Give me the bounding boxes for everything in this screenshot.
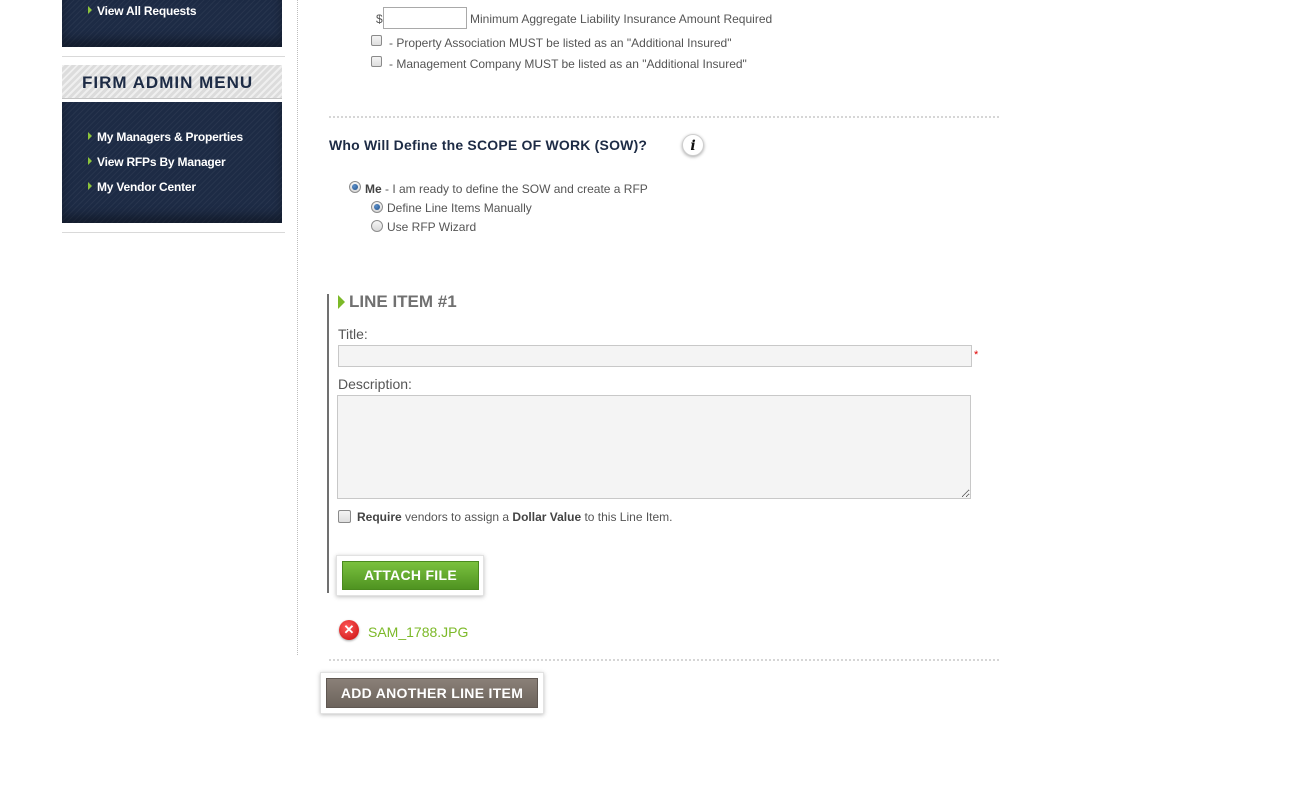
attach-file-button[interactable]: ATTACH FILE bbox=[336, 555, 484, 596]
section-divider bbox=[329, 116, 999, 118]
define-line-items-manually-radio[interactable] bbox=[371, 201, 383, 213]
firm-admin-menu-header: FIRM ADMIN MENU bbox=[62, 65, 282, 99]
attach-file-button-label: ATTACH FILE bbox=[342, 561, 479, 590]
arrow-right-icon bbox=[88, 6, 92, 14]
require-dollar-value-checkbox[interactable] bbox=[338, 510, 351, 523]
arrow-right-icon bbox=[88, 182, 92, 190]
required-marker: * bbox=[974, 349, 979, 361]
sidebar-requests-panel: View All Requests bbox=[62, 0, 282, 47]
use-rfp-wizard-label: Use RFP Wizard bbox=[387, 220, 477, 234]
sidebar-item-view-all-requests[interactable]: View All Requests bbox=[88, 4, 197, 18]
sow-me-radio[interactable] bbox=[349, 181, 361, 193]
management-company-insured-checkbox[interactable] bbox=[371, 56, 382, 67]
description-label: Description: bbox=[338, 376, 412, 392]
arrow-right-icon bbox=[88, 132, 92, 140]
sow-heading: Who Will Define the SCOPE OF WORK (SOW)? bbox=[329, 137, 648, 153]
firm-admin-menu-panel: My Managers & Properties View RFPs By Ma… bbox=[62, 102, 282, 223]
line-item-side-bar bbox=[327, 294, 329, 593]
attached-file-link[interactable]: SAM_1788.JPG bbox=[368, 624, 468, 640]
line-item-heading: LINE ITEM #1 bbox=[349, 292, 457, 311]
arrow-right-icon bbox=[338, 295, 345, 309]
line-item-title-input[interactable] bbox=[338, 345, 972, 367]
use-rfp-wizard-radio[interactable] bbox=[371, 220, 383, 232]
add-another-line-item-label: ADD ANOTHER LINE ITEM bbox=[326, 678, 538, 708]
sidebar-item-view-rfps-by-manager[interactable]: View RFPs By Manager bbox=[88, 155, 226, 169]
line-item-description-input[interactable] bbox=[337, 395, 971, 499]
sidebar-divider bbox=[62, 232, 285, 233]
firm-admin-menu-title: FIRM ADMIN MENU bbox=[82, 73, 254, 92]
arrow-right-icon bbox=[88, 157, 92, 165]
aggregate-liability-amount-input[interactable] bbox=[383, 7, 467, 29]
currency-symbol: $ bbox=[376, 12, 383, 26]
delete-file-icon[interactable]: ✕ bbox=[339, 620, 359, 640]
property-association-insured-checkbox[interactable] bbox=[371, 35, 382, 46]
section-divider bbox=[329, 659, 999, 661]
sidebar-divider bbox=[62, 56, 285, 57]
require-dollar-value-label: Require vendors to assign a Dollar Value… bbox=[357, 510, 673, 524]
management-company-insured-label: - Management Company MUST be listed as a… bbox=[389, 57, 747, 71]
define-line-items-manually-label: Define Line Items Manually bbox=[387, 201, 532, 215]
aggregate-liability-label: Minimum Aggregate Liability Insurance Am… bbox=[470, 12, 773, 26]
add-another-line-item-button[interactable]: ADD ANOTHER LINE ITEM bbox=[320, 672, 544, 714]
info-icon[interactable]: i bbox=[682, 134, 704, 156]
title-label: Title: bbox=[338, 326, 368, 342]
sidebar-item-my-vendor-center[interactable]: My Vendor Center bbox=[88, 180, 196, 194]
sow-me-label: Me - I am ready to define the SOW and cr… bbox=[365, 182, 648, 196]
property-association-insured-label: - Property Association MUST be listed as… bbox=[389, 36, 732, 50]
column-divider bbox=[297, 0, 298, 655]
sidebar-item-my-managers-properties[interactable]: My Managers & Properties bbox=[88, 130, 243, 144]
